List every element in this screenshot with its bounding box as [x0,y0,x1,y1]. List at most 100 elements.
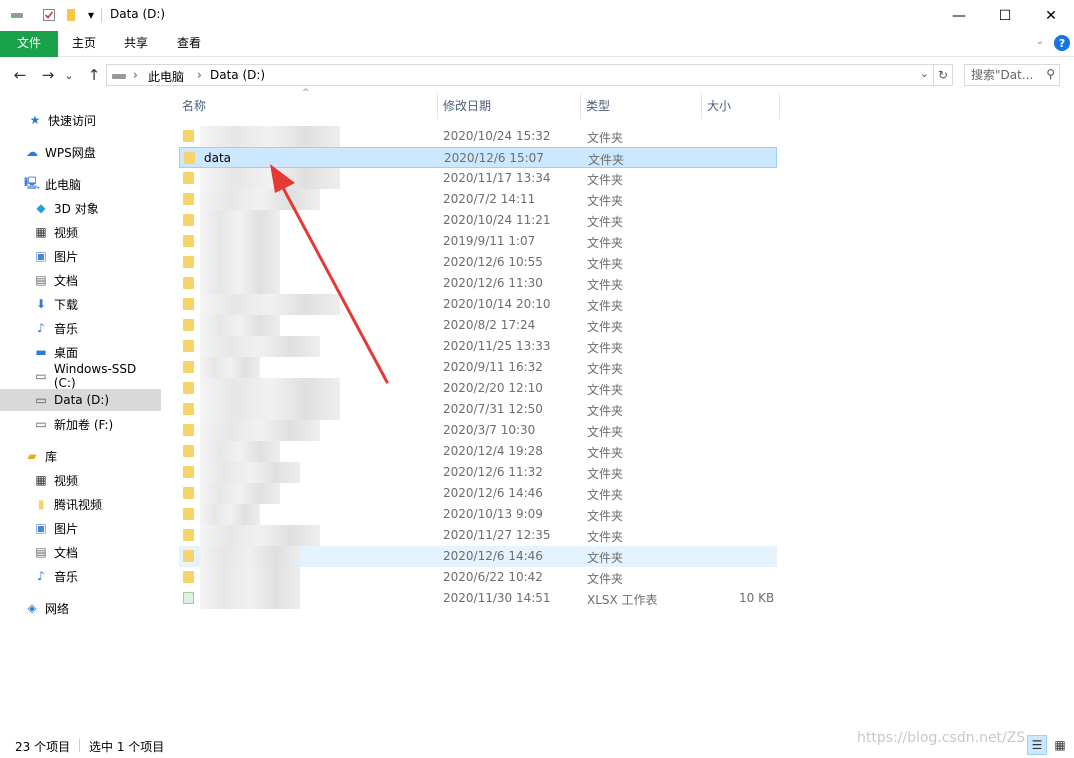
address-bar[interactable]: › 此电脑 › Data (D:) ⌄ [106,64,934,86]
tiles-view-icon: ▦ [1054,738,1066,752]
ribbon-expand-icon[interactable]: ⌄ [1036,36,1044,47]
file-size: 10 KB [739,591,775,605]
sidebar-item-network[interactable]: ◈ 网络 [0,597,161,619]
sidebar-item-label: 文档 [54,273,79,288]
column-header-name[interactable]: 名称 [178,93,436,119]
sidebar-item-lib-pictures[interactable]: ▣ 图片 [0,517,161,539]
document-icon: ▤ [35,273,47,287]
folder-icon [183,382,194,394]
sidebar-item-quick-access[interactable]: ★ 快速访问 [0,109,161,131]
folder-icon [183,214,194,226]
redacted-name-block [200,567,300,588]
drive-icon [111,69,127,84]
tab-file[interactable]: 文件 [0,31,58,57]
sidebar-item-wps-drive[interactable]: ☁ WPS网盘 [0,141,161,163]
forward-button[interactable]: → [38,65,58,85]
column-divider[interactable] [437,93,438,119]
sidebar-item-libraries[interactable]: ▰ 库 [0,445,161,467]
cloud-icon: ☁ [26,145,38,159]
close-button[interactable]: ✕ [1028,0,1074,31]
picture-icon: ▣ [35,249,47,263]
sidebar-item-label: 新加卷 (F:) [54,417,114,432]
redacted-name-block [200,315,280,336]
sidebar-item-desktop[interactable]: ▬ 桌面 [0,341,161,363]
tab-view[interactable]: 查看 [163,31,215,57]
file-type: 文件夹 [587,404,624,418]
folder-icon [183,487,194,499]
sidebar-item-data-drive[interactable]: ▭ Data (D:) [0,389,161,411]
column-divider[interactable] [701,93,702,119]
sidebar-item-tencent-video[interactable]: ▮ 腾讯视频 [0,493,161,515]
redacted-name-block [200,588,300,609]
search-icon[interactable]: ⚲ [1046,67,1055,81]
breadcrumb-separator: › [133,68,138,82]
breadcrumb-data-drive[interactable]: Data (D:) [210,68,265,82]
modified-date: 2020/10/24 15:32 [443,129,551,143]
column-header-type[interactable]: 类型 [582,93,700,119]
column-header-date[interactable]: 修改日期 [439,93,579,119]
folder-icon [183,193,194,205]
window-title: Data (D:) [110,7,166,21]
file-type: 文件夹 [587,530,624,544]
sidebar-item-pictures[interactable]: ▣ 图片 [0,245,161,267]
sidebar-item-documents[interactable]: ▤ 文档 [0,269,161,291]
column-header-size[interactable]: 大小 [703,93,779,119]
up-button[interactable]: ↑ [84,65,104,85]
tab-home[interactable]: 主页 [58,31,110,57]
folder-icon [183,130,194,142]
sidebar-item-windows-ssd[interactable]: ▭ Windows-SSD (C:) [0,362,161,390]
back-arrow-icon: ← [13,66,27,84]
new-folder-icon[interactable] [62,6,80,24]
sidebar-item-label: 视频 [54,473,79,488]
modified-date: 2020/7/2 14:11 [443,192,536,206]
search-input[interactable] [971,68,1039,82]
table-row[interactable]: 2020/10/13 9:09 文件夹 [179,504,777,525]
table-row[interactable]: data 2020/12/6 15:07 文件夹 [179,147,777,168]
back-button[interactable]: ← [10,65,30,85]
properties-check-icon[interactable] [40,6,58,24]
file-type: 文件夹 [587,509,624,523]
quick-access-dropdown[interactable]: ▾ [84,6,98,24]
search-box[interactable]: ⚲ [964,64,1060,86]
status-divider [79,739,80,752]
details-view-button[interactable]: ☰ [1027,735,1047,755]
sidebar-item-3d-objects[interactable]: ◆ 3D 对象 [0,197,161,219]
sidebar-item-lib-documents[interactable]: ▤ 文档 [0,541,161,563]
address-dropdown-icon[interactable]: ⌄ [920,67,929,80]
refresh-button[interactable]: ↻ [934,64,953,86]
sidebar-item-lib-videos[interactable]: ▦ 视频 [0,469,161,491]
column-divider[interactable] [779,93,780,119]
sidebar-item-new-volume[interactable]: ▭ 新加卷 (F:) [0,413,161,435]
recent-locations-button[interactable]: ⌄ [62,65,76,85]
file-type: XLSX 工作表 [587,593,658,607]
maximize-button[interactable]: ☐ [982,0,1028,31]
navigation-bar: ← → ⌄ ↑ › 此电脑 › Data (D:) ⌄ ↻ ⚲ [0,57,1074,93]
help-icon[interactable]: ? [1054,35,1070,51]
document-icon: ▤ [35,545,47,559]
sidebar-item-music[interactable]: ♪ 音乐 [0,317,161,339]
minimize-button[interactable]: — [936,0,982,31]
excel-file-icon [183,592,194,604]
column-divider[interactable] [580,93,581,119]
up-arrow-icon: ↑ [87,66,101,84]
breadcrumb-this-pc[interactable]: 此电脑 [148,68,184,85]
modified-date: 2020/10/13 9:09 [443,507,543,521]
modified-date: 2020/10/14 20:10 [443,297,551,311]
sidebar-item-downloads[interactable]: ⬇ 下载 [0,293,161,315]
watermark: https://blog.csdn.net/ZS [857,730,1026,746]
film-icon: ▦ [35,225,47,239]
tiles-view-button[interactable]: ▦ [1050,735,1070,755]
table-row[interactable]: 2020/9/11 16:32 文件夹 [179,357,777,378]
tab-share[interactable]: 共享 [110,31,162,57]
download-icon: ⬇ [35,297,47,311]
sidebar-item-videos[interactable]: ▦ 视频 [0,221,161,243]
folder-icon: ▮ [37,497,45,511]
file-type: 文件夹 [587,446,624,460]
redacted-name-block [200,189,320,210]
folder-icon [183,256,194,268]
folder-icon [183,277,194,289]
maximize-icon: ☐ [998,7,1012,24]
drive-icon[interactable] [8,6,26,24]
sidebar-item-this-pc[interactable]: 🖳 此电脑 [0,173,161,195]
sidebar-item-lib-music[interactable]: ♪ 音乐 [0,565,161,587]
